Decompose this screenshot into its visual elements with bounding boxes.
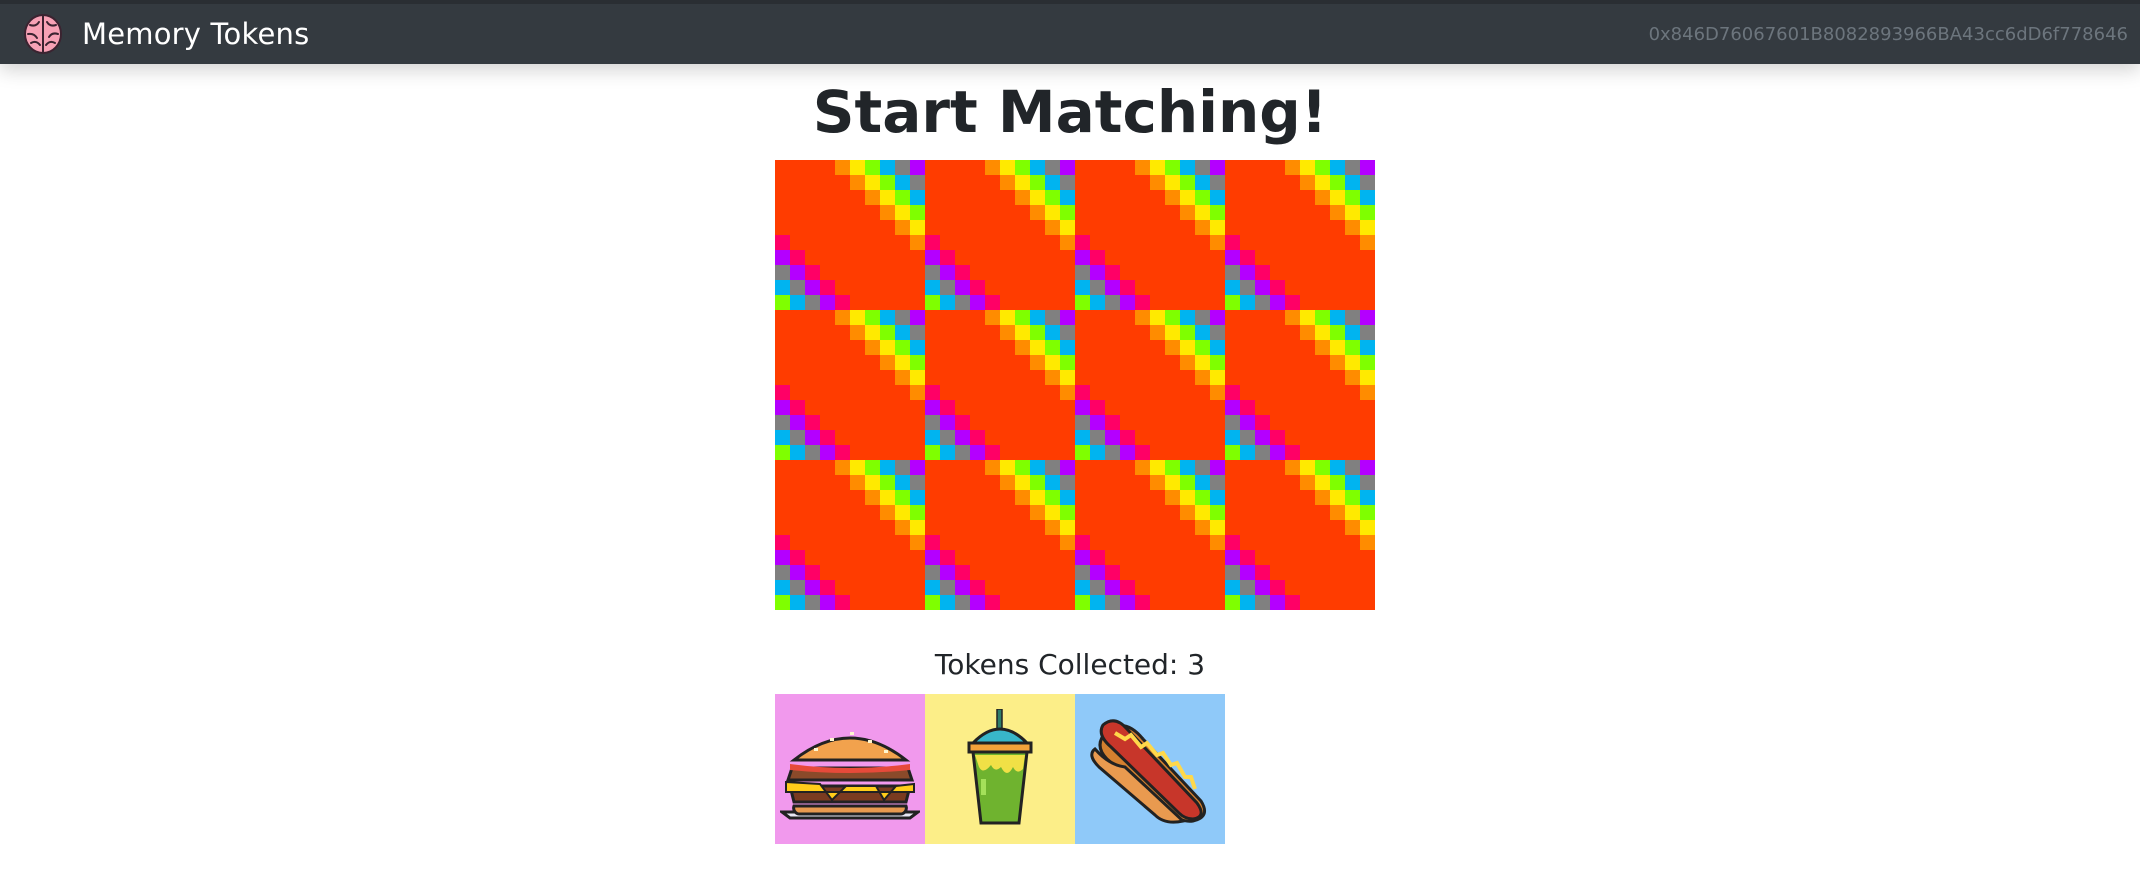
card-back[interactable] — [1225, 310, 1375, 460]
card-back[interactable] — [775, 460, 925, 610]
brand-link[interactable]: Memory Tokens — [22, 13, 309, 55]
account-address: 0x846D76067601B8082893966BA43cc6dD6f7786… — [1648, 23, 2128, 45]
card-back[interactable] — [1225, 160, 1375, 310]
game-board — [775, 160, 1375, 610]
card-back[interactable] — [1075, 160, 1225, 310]
token-milkshake[interactable] — [925, 694, 1075, 844]
page-title: Start Matching! — [812, 78, 1328, 146]
board-grid — [775, 160, 1375, 610]
card-back[interactable] — [1225, 460, 1375, 610]
card-back[interactable] — [1075, 310, 1225, 460]
tokens-collected-list — [775, 694, 1225, 844]
card-back[interactable] — [925, 460, 1075, 610]
token-hotdog[interactable] — [1075, 694, 1225, 844]
milkshake-icon — [967, 709, 1033, 825]
brand-title: Memory Tokens — [82, 17, 310, 51]
token-burger[interactable] — [775, 694, 925, 844]
hotdog-icon — [1090, 719, 1207, 824]
card-back[interactable] — [925, 310, 1075, 460]
card-back[interactable] — [775, 310, 925, 460]
card-back[interactable] — [775, 160, 925, 310]
brain-icon — [24, 14, 62, 54]
card-back[interactable] — [1075, 460, 1225, 610]
card-back[interactable] — [925, 160, 1075, 310]
tokens-collected-label: Tokens Collected: 3 — [934, 648, 1206, 681]
burger-icon — [780, 732, 920, 820]
navbar: Memory Tokens 0x846D76067601B8082893966B… — [0, 0, 2140, 64]
